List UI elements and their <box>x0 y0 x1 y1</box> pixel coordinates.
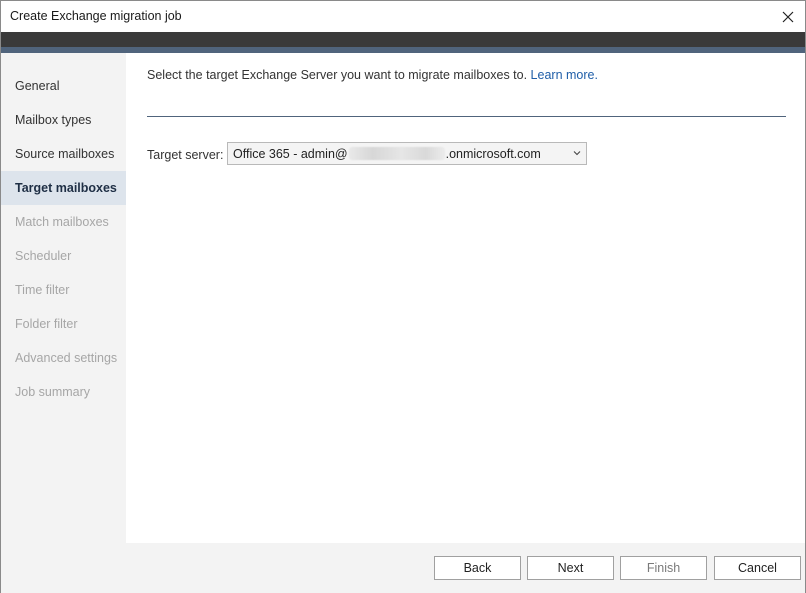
window-title: Create Exchange migration job <box>10 9 182 23</box>
cancel-button[interactable]: Cancel <box>714 556 801 580</box>
sidebar-item-general[interactable]: General <box>1 69 126 103</box>
instruction-text: Select the target Exchange Server you wa… <box>147 68 598 82</box>
sidebar-item-match-mailboxes: Match mailboxes <box>15 215 109 229</box>
main-panel: Select the target Exchange Server you wa… <box>126 53 805 543</box>
instruction-label: Select the target Exchange Server you wa… <box>147 68 528 82</box>
finish-button[interactable]: Finish <box>620 556 707 580</box>
sidebar-item-job-summary: Job summary <box>15 385 91 399</box>
target-server-label: Target server: <box>147 148 224 162</box>
next-button[interactable]: Next <box>527 556 614 580</box>
button-bar: Back Next Finish Cancel <box>126 543 805 593</box>
close-button[interactable] <box>771 1 805 32</box>
sidebar-item-folder-filter: Folder filter <box>15 317 78 331</box>
chevron-down-icon <box>573 151 581 156</box>
sidebar-item-mailbox-types[interactable]: Mailbox types <box>1 103 126 137</box>
close-icon <box>782 11 794 22</box>
sidebar-item-scheduler: Scheduler <box>15 249 72 263</box>
section-divider <box>147 116 786 117</box>
target-server-value: Office 365 - admin@ .onmicrosoft.com <box>233 147 541 161</box>
sidebar-item-time-filter: Time filter <box>15 283 70 297</box>
title-bar: Create Exchange migration job <box>1 1 805 32</box>
sidebar-item-target-mailboxes[interactable]: Target mailboxes <box>1 171 126 205</box>
sidebar-item-advanced-settings: Advanced settings <box>15 351 118 365</box>
target-server-value-prefix: Office 365 - admin@ <box>233 147 348 161</box>
back-button[interactable]: Back <box>434 556 521 580</box>
wizard-steps-sidebar: General Mailbox types Source mailboxes T… <box>1 53 126 593</box>
learn-more-link[interactable]: Learn more. <box>531 68 598 82</box>
redacted-tenant <box>348 147 445 160</box>
target-server-select[interactable]: Office 365 - admin@ .onmicrosoft.com <box>227 142 587 165</box>
header-band <box>1 32 805 47</box>
dialog-window: Create Exchange migration job General Ma… <box>0 0 806 593</box>
sidebar-item-source-mailboxes[interactable]: Source mailboxes <box>1 137 126 171</box>
target-server-value-suffix: .onmicrosoft.com <box>445 147 541 161</box>
